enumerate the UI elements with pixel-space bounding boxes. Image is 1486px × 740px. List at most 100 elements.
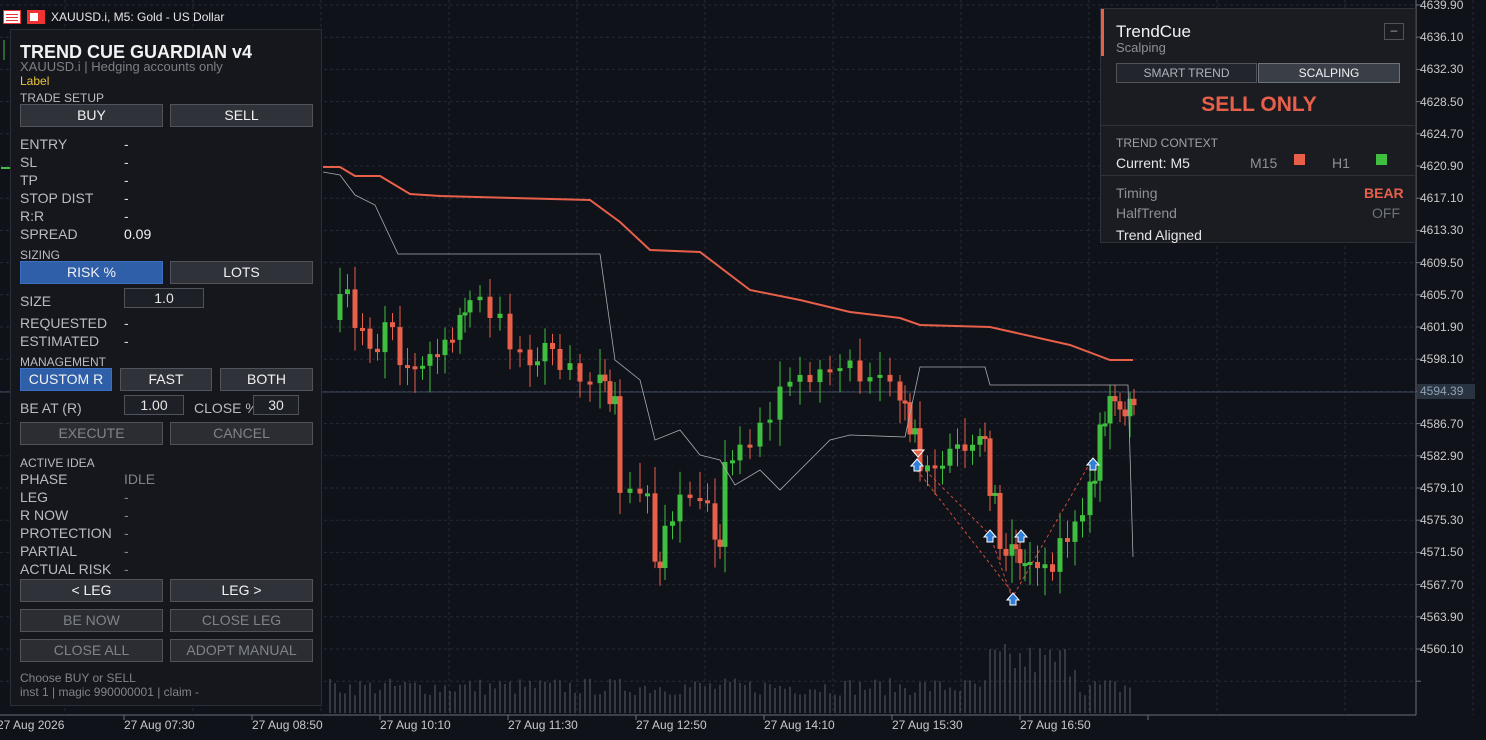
- bear-candle: [1112, 396, 1118, 402]
- bull-candle: [737, 444, 743, 461]
- minimize-button[interactable]: –: [1384, 23, 1404, 40]
- tab-scalping[interactable]: SCALPING: [1258, 63, 1400, 83]
- entry-label: ENTRY: [20, 136, 68, 152]
- prev-leg-button[interactable]: < LEG: [20, 579, 163, 602]
- bull-candle: [767, 419, 773, 423]
- trendcue-panel: TrendCue Scalping – SMART TREND SCALPING…: [1100, 8, 1417, 243]
- h1-label: H1: [1332, 155, 1350, 171]
- footer-info: inst 1 | magic 990000001 | claim -: [20, 685, 199, 699]
- bear-candle: [887, 374, 893, 382]
- bull-candle: [1057, 538, 1063, 572]
- be-now-button[interactable]: BE NOW: [20, 609, 163, 632]
- price-tick-label: 4628.50: [1420, 94, 1464, 109]
- trend-context-heading: TREND CONTEXT: [1116, 136, 1218, 150]
- phase-label: PHASE: [20, 471, 68, 487]
- divider: [1101, 125, 1417, 126]
- execute-button[interactable]: EXECUTE: [20, 422, 163, 445]
- price-tick-label: 4575.30: [1420, 513, 1464, 528]
- price-tick-label: 4639.90: [1420, 0, 1464, 12]
- lots-button[interactable]: LOTS: [170, 261, 313, 284]
- trade-setup-heading: TRADE SETUP: [20, 91, 105, 105]
- bear-candle: [527, 349, 533, 366]
- bear-candle: [1035, 561, 1040, 569]
- bear-candle: [577, 363, 583, 382]
- bear-candle: [507, 313, 513, 350]
- partial-value: -: [124, 543, 129, 559]
- sizing-heading: SIZING: [20, 248, 61, 262]
- bear-candle: [1131, 398, 1137, 406]
- cancel-button[interactable]: CANCEL: [170, 422, 313, 445]
- next-leg-button[interactable]: LEG >: [170, 579, 313, 602]
- bear-candle: [412, 366, 418, 370]
- bull-candle: [912, 428, 918, 435]
- bull-candle: [420, 365, 425, 369]
- bull-candle: [730, 460, 735, 464]
- bear-candle: [1017, 549, 1023, 564]
- adopt-manual-button[interactable]: ADOPT MANUAL: [170, 639, 313, 662]
- bear-candle: [705, 500, 710, 504]
- chart-title-bar: XAUUSD.i, M5: Gold - US Dollar: [3, 8, 224, 26]
- buy-button[interactable]: BUY: [20, 104, 163, 127]
- bull-candle: [777, 386, 783, 420]
- fast-button[interactable]: FAST: [120, 368, 212, 391]
- rr-label: R:R: [20, 208, 45, 224]
- bull-candle: [427, 354, 433, 366]
- risk-pct-button[interactable]: RISK %: [20, 261, 163, 284]
- chart-symbol-title: XAUUSD.i, M5: Gold - US Dollar: [51, 10, 225, 24]
- bull-candle: [1092, 480, 1098, 484]
- sl-label: SL: [20, 154, 38, 170]
- bear-candle: [657, 561, 663, 569]
- size-input[interactable]: 1.0: [124, 288, 204, 308]
- close-leg-button[interactable]: CLOSE LEG: [170, 609, 313, 632]
- price-tick-label: 4605.70: [1420, 287, 1464, 302]
- custom-r-button[interactable]: CUSTOM R: [20, 368, 112, 391]
- bull-candle: [567, 363, 573, 370]
- bull-candle: [597, 374, 603, 384]
- bear-candle: [807, 374, 813, 383]
- trading-icon[interactable]: [27, 10, 45, 24]
- bear-candle: [1013, 544, 1019, 550]
- actual-risk-label: ACTUAL RISK: [20, 561, 112, 577]
- bull-candle: [467, 300, 473, 313]
- bull-candle: [722, 461, 728, 547]
- timing-label: Timing: [1116, 185, 1158, 201]
- bear-candle: [517, 349, 523, 353]
- be-at-input[interactable]: 1.00: [124, 395, 184, 415]
- bull-candle: [977, 436, 983, 445]
- trendcue-title: TrendCue: [1116, 22, 1191, 41]
- bear-candle: [367, 328, 373, 349]
- close-pct-input[interactable]: 30: [253, 395, 299, 415]
- partial-label: PARTIAL: [20, 543, 78, 559]
- both-button[interactable]: BOTH: [220, 368, 313, 391]
- bull-candle: [867, 377, 873, 382]
- bear-candle: [717, 539, 723, 547]
- price-tick-label: 4571.50: [1420, 545, 1464, 560]
- price-tick-label: 4567.70: [1420, 577, 1464, 592]
- rr-value: -: [124, 208, 129, 224]
- tab-smart-trend[interactable]: SMART TREND: [1116, 63, 1257, 83]
- bull-candle: [662, 525, 668, 569]
- bull-candle: [1087, 481, 1093, 516]
- bull-candle: [1027, 561, 1033, 565]
- estimated-value: -: [124, 333, 129, 349]
- bear-candle: [747, 444, 753, 448]
- halftrend-value: OFF: [1372, 205, 1400, 221]
- price-tick-label: 4624.70: [1420, 126, 1464, 141]
- stop-dist-value: -: [124, 190, 129, 206]
- bear-candle: [827, 369, 833, 373]
- protection-label: PROTECTION: [20, 525, 112, 541]
- sl-value: -: [124, 154, 129, 170]
- leg-value: -: [124, 489, 129, 505]
- bull-candle: [462, 312, 468, 316]
- chart-menu-icon[interactable]: [3, 10, 21, 24]
- close-all-button[interactable]: CLOSE ALL: [20, 639, 163, 662]
- sell-button[interactable]: SELL: [170, 104, 313, 127]
- bull-candle: [457, 314, 463, 340]
- bear-candle: [587, 381, 593, 385]
- bear-candle: [487, 296, 493, 318]
- price-tick-label: 4632.30: [1420, 62, 1464, 77]
- actual-risk-value: -: [124, 561, 129, 577]
- bear-candle: [857, 360, 863, 382]
- footer-hint: Choose BUY or SELL: [20, 671, 136, 685]
- requested-value: -: [124, 315, 129, 331]
